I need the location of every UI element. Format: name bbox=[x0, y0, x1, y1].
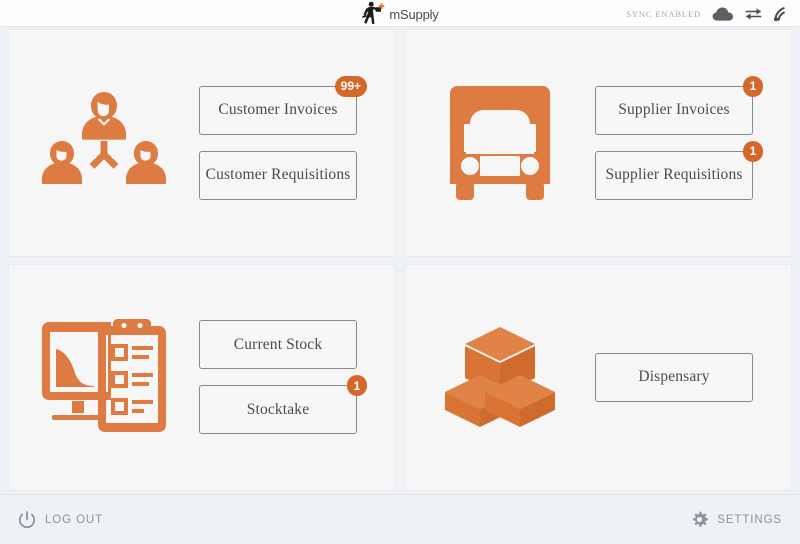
card-customer-buttons: Customer Invoices 99+ Customer Requisiti… bbox=[199, 86, 395, 200]
nav-button-stocktake[interactable]: Stocktake 1 bbox=[199, 385, 357, 434]
settings-button[interactable]: SETTINGS bbox=[691, 511, 782, 528]
customers-network-icon bbox=[9, 88, 199, 198]
nav-button-label: Supplier Requisitions bbox=[605, 166, 742, 184]
app-logo-text: mSupply bbox=[389, 7, 438, 22]
badge-count: 1 bbox=[743, 76, 763, 97]
nav-button-label: Current Stock bbox=[234, 336, 322, 354]
sync-status-label: SYNC ENABLED bbox=[626, 9, 701, 19]
settings-label: SETTINGS bbox=[717, 514, 782, 526]
stock-monitor-clipboard-icon bbox=[9, 315, 199, 439]
card-stock-buttons: Current Stock Stocktake 1 bbox=[199, 320, 395, 434]
stacked-boxes-icon bbox=[405, 325, 595, 429]
app-logo: mSupply bbox=[361, 1, 438, 25]
power-icon bbox=[18, 511, 36, 529]
card-dispensary-buttons: Dispensary bbox=[595, 353, 791, 402]
app-footer: LOG OUT SETTINGS bbox=[0, 494, 800, 544]
nav-button-label: Customer Requisitions bbox=[206, 166, 351, 184]
nav-button-dispensary[interactable]: Dispensary bbox=[595, 353, 753, 402]
card-supplier-buttons: Supplier Invoices 1 Supplier Requisition… bbox=[595, 86, 791, 200]
gear-icon bbox=[691, 511, 708, 528]
cloud-icon[interactable] bbox=[712, 6, 734, 22]
dashboard-grid: Customer Invoices 99+ Customer Requisiti… bbox=[8, 29, 792, 491]
logout-label: LOG OUT bbox=[45, 514, 103, 526]
card-dispensary: Dispensary bbox=[404, 264, 792, 492]
sync-arrows-icon[interactable] bbox=[745, 7, 762, 21]
badge-count: 1 bbox=[347, 375, 367, 396]
nav-button-customer-invoices[interactable]: Customer Invoices 99+ bbox=[199, 86, 357, 135]
nav-button-current-stock[interactable]: Current Stock bbox=[199, 320, 357, 369]
card-customer: Customer Invoices 99+ Customer Requisiti… bbox=[8, 29, 396, 257]
signal-icon[interactable] bbox=[773, 6, 790, 22]
header-status-group: SYNC ENABLED bbox=[626, 0, 790, 27]
delivery-truck-icon bbox=[405, 84, 595, 202]
badge-count: 1 bbox=[743, 141, 763, 162]
msupply-runner-logo-icon bbox=[361, 1, 387, 25]
nav-button-label: Customer Invoices bbox=[218, 101, 337, 119]
nav-button-label: Stocktake bbox=[247, 401, 309, 419]
nav-button-label: Dispensary bbox=[638, 368, 709, 386]
card-stock: Current Stock Stocktake 1 bbox=[8, 264, 396, 492]
app-header: mSupply SYNC ENABLED bbox=[0, 0, 800, 27]
nav-button-label: Supplier Invoices bbox=[618, 101, 729, 119]
nav-button-supplier-requisitions[interactable]: Supplier Requisitions 1 bbox=[595, 151, 753, 200]
card-supplier: Supplier Invoices 1 Supplier Requisition… bbox=[404, 29, 792, 257]
nav-button-supplier-invoices[interactable]: Supplier Invoices 1 bbox=[595, 86, 753, 135]
nav-button-customer-requisitions[interactable]: Customer Requisitions bbox=[199, 151, 357, 200]
badge-count: 99+ bbox=[335, 76, 367, 97]
logout-button[interactable]: LOG OUT bbox=[18, 511, 103, 529]
